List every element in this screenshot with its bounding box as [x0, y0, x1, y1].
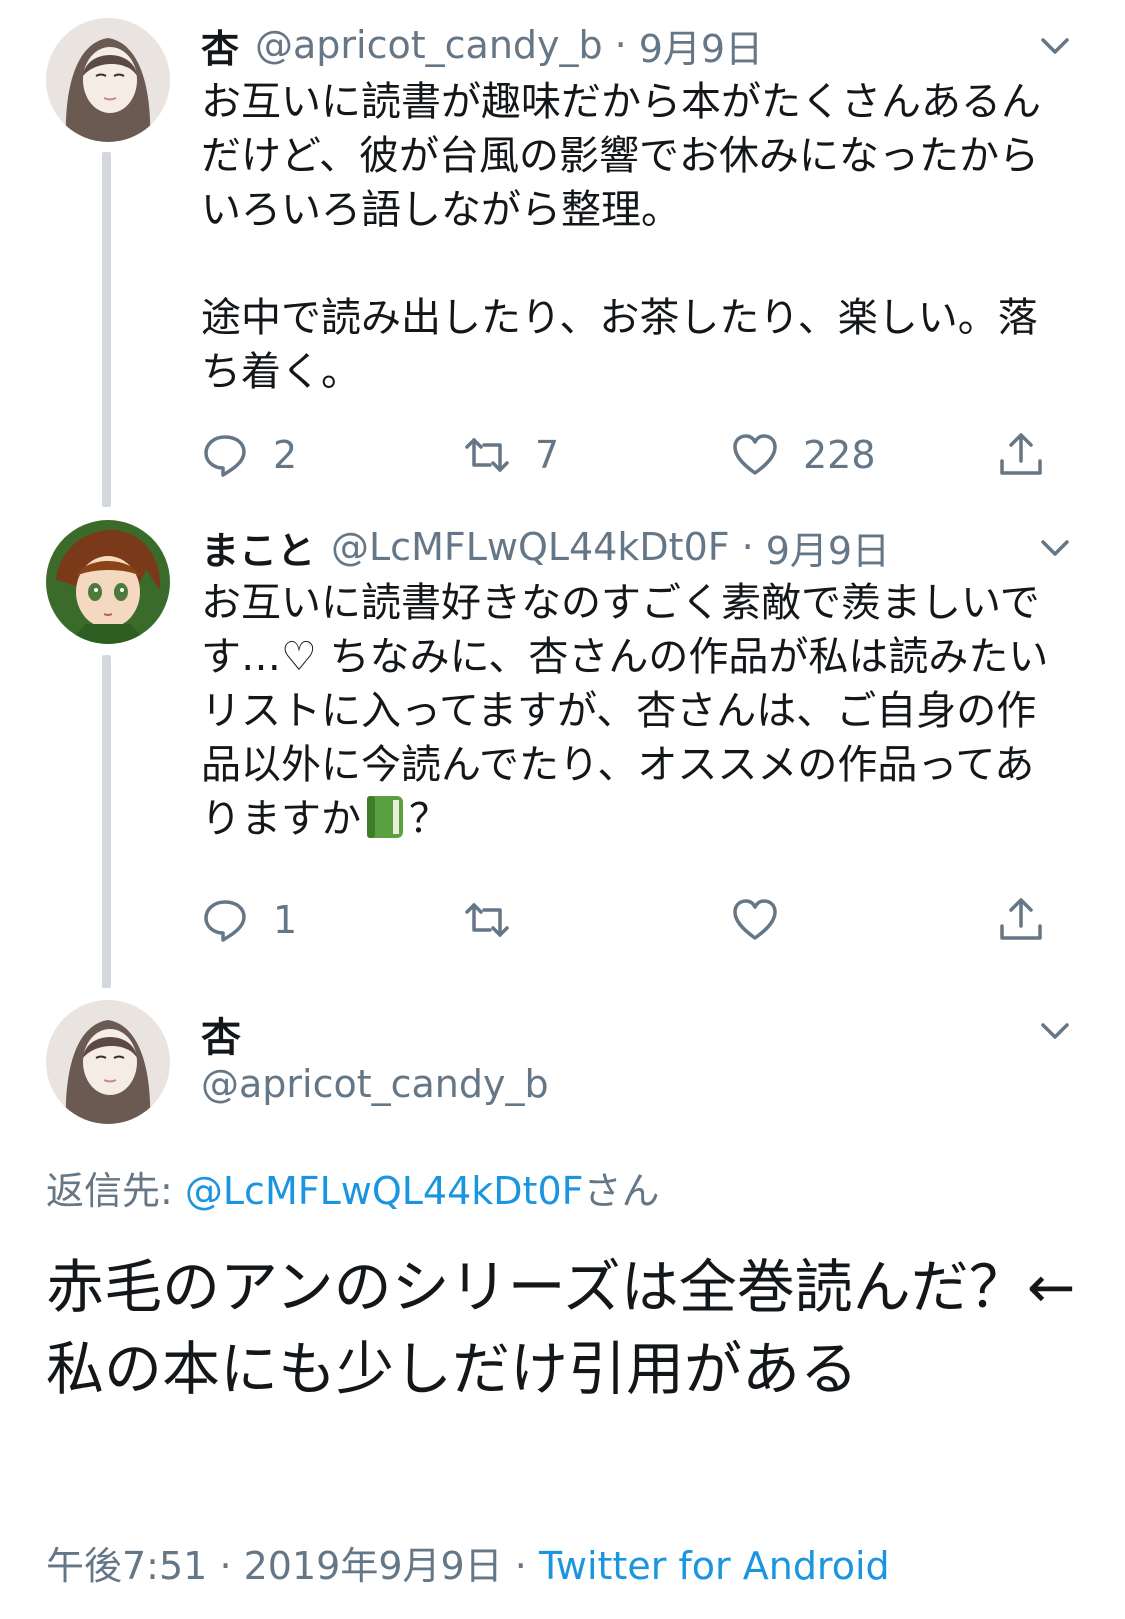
separator: ·	[514, 1544, 527, 1588]
tweet-header: まこと @LcMFLwQL44kDt0F · 9月9日	[201, 517, 1055, 577]
main-tweet-text: 赤毛のアンのシリーズは全巻読んだ？←私の本にも少しだけ引用がある	[46, 1253, 1076, 1403]
separator: ·	[614, 23, 627, 67]
reply-button[interactable]: 1	[201, 890, 297, 950]
like-button[interactable]	[731, 890, 779, 950]
reply-icon	[204, 435, 246, 477]
tweet-actions: 2 7 228	[201, 425, 1081, 485]
tweet-time: 午後7:51	[46, 1544, 208, 1588]
reply-to-handle-link[interactable]: @LcMFLwQL44kDt0F	[185, 1169, 584, 1213]
tweet-text-body: お互いに読書好きなのすごく素敵で羨ましいです…♡ ちなみに、杏さんの作品が私は読…	[201, 580, 1049, 842]
share-button[interactable]	[997, 425, 1045, 485]
thread-line	[102, 152, 111, 507]
tweet-date[interactable]: 9月9日	[766, 520, 890, 575]
like-button[interactable]: 228	[731, 425, 876, 485]
main-author-handle[interactable]: @apricot_candy_b	[201, 1062, 549, 1106]
separator: ·	[741, 525, 754, 569]
tweet-full-date: 2019年9月9日	[243, 1544, 503, 1588]
tweet-text: お互いに読書が趣味だから本がたくさんあるんだけど、彼が台風の影響でお休みになった…	[201, 79, 1041, 395]
reply-to-prefix: 返信先:	[46, 1169, 185, 1213]
retweet-icon	[465, 438, 509, 472]
separator: ·	[219, 1544, 232, 1588]
reply-icon	[204, 900, 246, 942]
author-name[interactable]: 杏	[201, 18, 239, 73]
retweet-button[interactable]	[463, 890, 511, 950]
author-handle[interactable]: @LcMFLwQL44kDt0F	[331, 525, 730, 569]
chevron-down-icon[interactable]	[1035, 1010, 1075, 1050]
reply-to-suffix: さん	[583, 1169, 660, 1213]
retweet-icon	[465, 903, 509, 937]
reply-button[interactable]: 2	[201, 425, 297, 485]
chevron-down-icon[interactable]	[1035, 25, 1075, 65]
avatar[interactable]	[46, 520, 170, 644]
reply-to-line: 返信先: @LcMFLwQL44kDt0Fさん	[46, 1160, 660, 1215]
reply-count: 2	[273, 433, 298, 477]
avatar[interactable]	[46, 1000, 170, 1124]
tweet-header: 杏 @apricot_candy_b · 9月9日	[201, 15, 1055, 75]
tweet-actions: 1	[201, 890, 1081, 950]
main-author-name[interactable]: 杏	[201, 1005, 241, 1063]
reply-count: 1	[273, 898, 298, 942]
heart-icon	[733, 434, 777, 475]
heart-icon	[733, 899, 777, 940]
chevron-down-icon[interactable]	[1035, 527, 1075, 567]
share-icon	[1000, 433, 1042, 475]
share-icon	[1000, 898, 1042, 940]
retweet-button[interactable]: 7	[463, 425, 559, 485]
like-count: 228	[803, 433, 876, 477]
green-book-emoji	[363, 794, 407, 840]
tweet-meta: 午後7:51 · 2019年9月9日 · Twitter for Android	[46, 1535, 890, 1590]
tweet-text-end: ？	[409, 796, 449, 842]
thread-line	[102, 655, 111, 988]
avatar[interactable]	[46, 18, 170, 142]
tweet-date[interactable]: 9月9日	[639, 18, 763, 73]
share-button[interactable]	[997, 890, 1045, 950]
tweet-text: お互いに読書好きなのすごく素敵で羨ましいです…♡ ちなみに、杏さんの作品が私は読…	[201, 576, 1061, 846]
author-handle[interactable]: @apricot_candy_b	[255, 23, 603, 67]
retweet-count: 7	[535, 433, 560, 477]
tweet-source-link[interactable]: Twitter for Android	[539, 1544, 890, 1588]
author-name[interactable]: まこと	[201, 520, 315, 575]
